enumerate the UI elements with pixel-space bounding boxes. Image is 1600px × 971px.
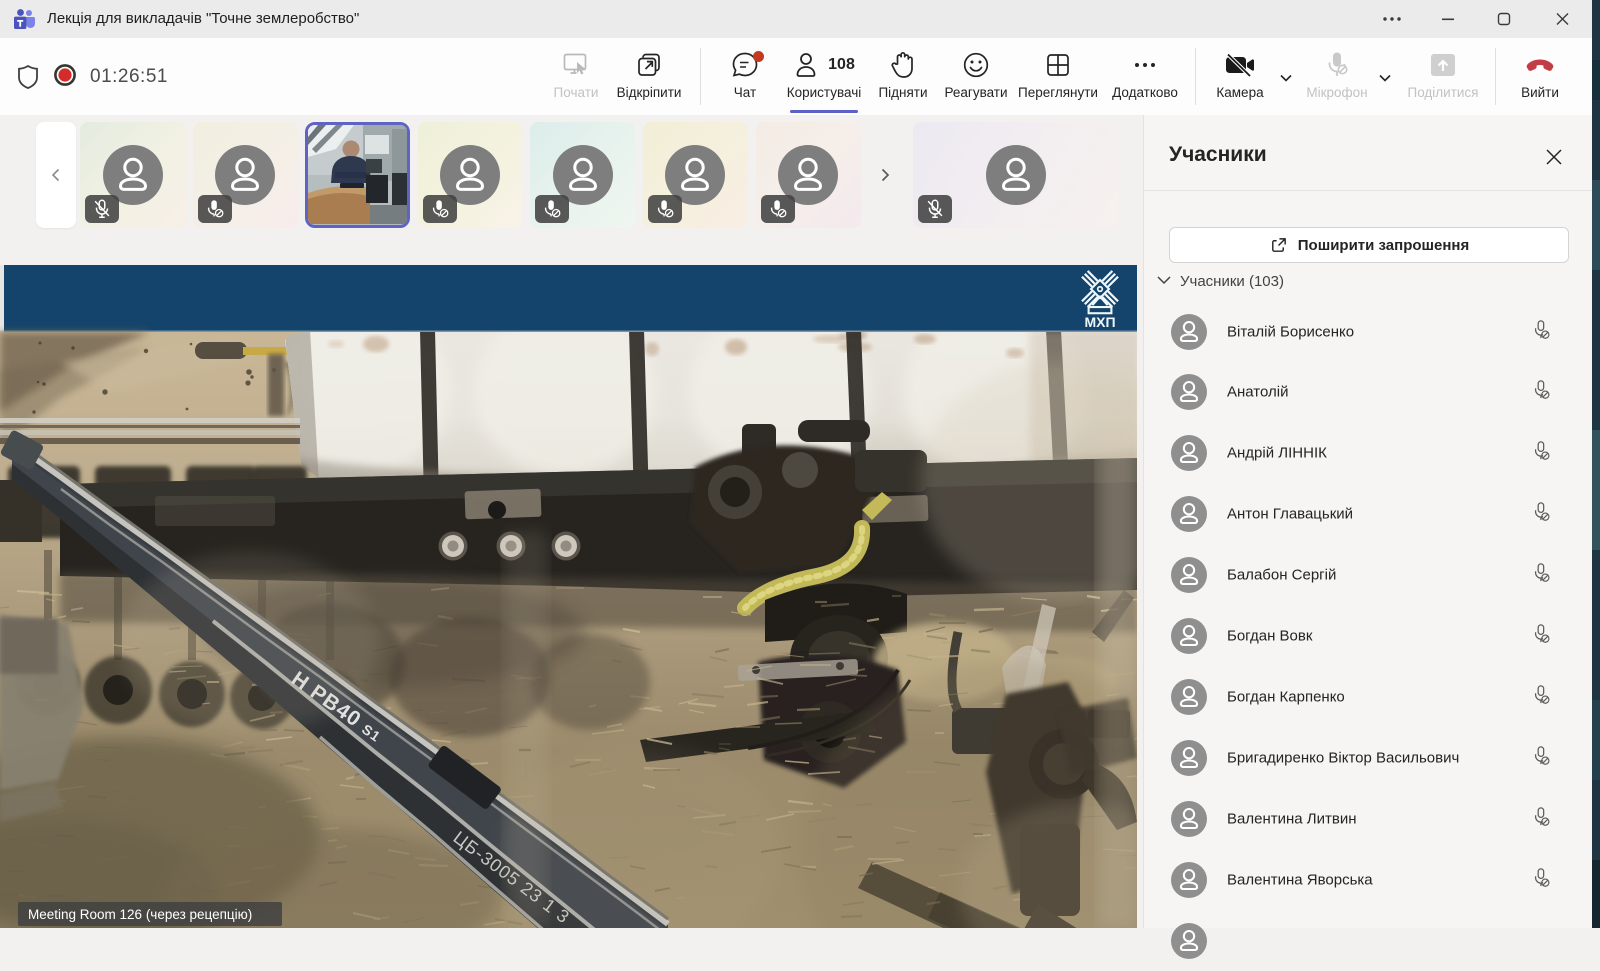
svg-text:МХП: МХП <box>1084 314 1115 330</box>
svg-text:Meeting Room 126 (через рецепц: Meeting Room 126 (через рецепцію) <box>28 907 252 922</box>
